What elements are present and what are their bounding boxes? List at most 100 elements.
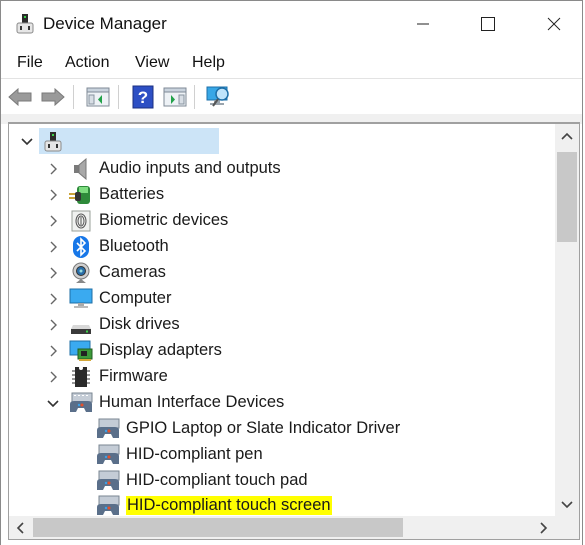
chevron-right-icon	[50, 293, 57, 305]
menu-help[interactable]: Help	[192, 54, 225, 72]
menu-view[interactable]: View	[135, 54, 169, 72]
expand-chevron[interactable]	[47, 292, 61, 306]
toolbar-separator	[118, 85, 119, 109]
hid-icon	[96, 469, 120, 493]
forward-arrow-icon	[41, 88, 65, 106]
minimize-button[interactable]	[401, 1, 445, 47]
expand-chevron[interactable]	[47, 370, 61, 384]
scrollbar-corner	[555, 516, 579, 539]
toolbar: ?	[1, 78, 582, 115]
tree-item-hid-compliant-touch-screen[interactable]: HID-compliant touch screen	[96, 493, 332, 517]
maximize-button[interactable]	[466, 1, 510, 47]
scan-hardware-icon	[206, 86, 229, 107]
chevron-right-icon	[50, 345, 57, 357]
tree-item-label: Batteries	[99, 185, 165, 203]
close-icon	[547, 17, 561, 31]
tree-item-label: Bluetooth	[99, 237, 169, 255]
tree-item-label: HID-compliant pen	[126, 445, 263, 463]
monitor-icon	[69, 287, 93, 311]
chevron-left-icon	[16, 521, 24, 534]
help-button[interactable]: ?	[130, 84, 156, 110]
root-expand-chevron[interactable]	[20, 135, 34, 149]
tree-item-gpio-laptop-slate-indicator[interactable]: GPIO Laptop or Slate Indicator Driver	[96, 416, 400, 441]
chevron-right-icon	[50, 241, 57, 253]
expand-chevron[interactable]	[47, 162, 61, 176]
title-bar: Device Manager	[1, 1, 582, 47]
menu-action[interactable]: Action	[65, 54, 109, 72]
tree-item-computer[interactable]: Computer	[69, 286, 171, 311]
hid-icon	[96, 494, 120, 518]
horizontal-scrollbar[interactable]	[9, 516, 555, 539]
chevron-right-icon	[50, 189, 57, 201]
tree-item-human-interface-devices[interactable]: Human Interface Devices	[69, 390, 284, 415]
back-button[interactable]	[7, 84, 33, 110]
horizontal-scroll-thumb[interactable]	[33, 518, 403, 537]
back-arrow-icon	[8, 88, 32, 106]
tree-item-hid-compliant-touch-pad[interactable]: HID-compliant touch pad	[96, 468, 308, 493]
tree-item-hid-compliant-pen[interactable]: HID-compliant pen	[96, 442, 263, 467]
expand-chevron[interactable]	[47, 188, 61, 202]
menu-file[interactable]: File	[17, 54, 43, 72]
tree-item-label: Cameras	[99, 263, 166, 281]
chevron-down-icon	[47, 400, 59, 408]
chevron-right-icon	[50, 371, 57, 383]
tree-item-label: GPIO Laptop or Slate Indicator Driver	[126, 419, 401, 437]
show-hide-console-tree-icon	[86, 87, 110, 107]
bluetooth-icon	[69, 235, 93, 259]
chevron-right-icon	[50, 267, 57, 279]
disk-drive-icon	[69, 313, 93, 337]
device-tree-frame: Audio inputs and outputs Batteries Biome…	[8, 122, 580, 540]
window-title: Device Manager	[43, 14, 167, 33]
show-hide-console-tree-button[interactable]	[85, 84, 111, 110]
expand-chevron[interactable]	[47, 214, 61, 228]
webcam-icon	[69, 261, 93, 285]
expand-chevron[interactable]	[47, 240, 61, 254]
toolbar-separator	[194, 85, 195, 109]
toolbar-separator	[73, 85, 74, 109]
tree-item-label: Disk drives	[99, 315, 180, 333]
vertical-scroll-thumb[interactable]	[557, 152, 577, 242]
scroll-right-button[interactable]	[533, 516, 555, 539]
fingerprint-icon	[69, 209, 93, 233]
tree-item-label: Firmware	[99, 367, 168, 385]
computer-root-icon	[41, 130, 65, 154]
tree-item-label-highlighted: HID-compliant touch screen	[126, 496, 332, 515]
svg-text:?: ?	[138, 88, 148, 107]
close-button[interactable]	[532, 1, 576, 47]
scan-hardware-button[interactable]	[206, 84, 232, 110]
show-hide-action-pane-button[interactable]	[162, 84, 188, 110]
expand-chevron[interactable]	[47, 344, 61, 358]
tree-item-label: HID-compliant touch pad	[126, 471, 308, 489]
forward-button[interactable]	[40, 84, 66, 110]
tree-item-bluetooth[interactable]: Bluetooth	[69, 234, 169, 259]
hid-icon	[96, 443, 120, 467]
tree-item-batteries[interactable]: Batteries	[69, 182, 164, 207]
chevron-right-icon	[50, 215, 57, 227]
tree-item-disk-drives[interactable]: Disk drives	[69, 312, 180, 337]
chevron-right-icon	[540, 521, 548, 534]
scroll-down-button[interactable]	[555, 493, 579, 517]
tree-item-label: Audio inputs and outputs	[99, 159, 281, 177]
tree-item-audio[interactable]: Audio inputs and outputs	[69, 156, 281, 181]
tree-item-biometric[interactable]: Biometric devices	[69, 208, 228, 233]
expand-chevron[interactable]	[47, 318, 61, 332]
chevron-right-icon	[50, 319, 57, 331]
expand-chevron[interactable]	[47, 266, 61, 280]
display-adapter-icon	[69, 339, 93, 363]
tree-item-cameras[interactable]: Cameras	[69, 260, 166, 285]
tree-item-label: Biometric devices	[99, 211, 229, 229]
tree-item-label: Computer	[99, 289, 172, 307]
vertical-scrollbar[interactable]	[555, 124, 579, 517]
collapse-chevron[interactable]	[46, 397, 60, 411]
chevron-right-icon	[50, 163, 57, 175]
minimize-icon	[417, 23, 429, 25]
device-tree[interactable]: Audio inputs and outputs Batteries Biome…	[9, 124, 555, 517]
help-icon: ?	[132, 85, 154, 109]
tree-item-display-adapters[interactable]: Display adapters	[69, 338, 222, 363]
tree-root-node[interactable]	[41, 129, 71, 154]
tree-item-firmware[interactable]: Firmware	[69, 364, 168, 389]
battery-icon	[69, 183, 93, 207]
scroll-up-button[interactable]	[555, 124, 579, 148]
scroll-left-button[interactable]	[9, 516, 31, 539]
menu-bar: File Action View Help	[1, 49, 582, 77]
